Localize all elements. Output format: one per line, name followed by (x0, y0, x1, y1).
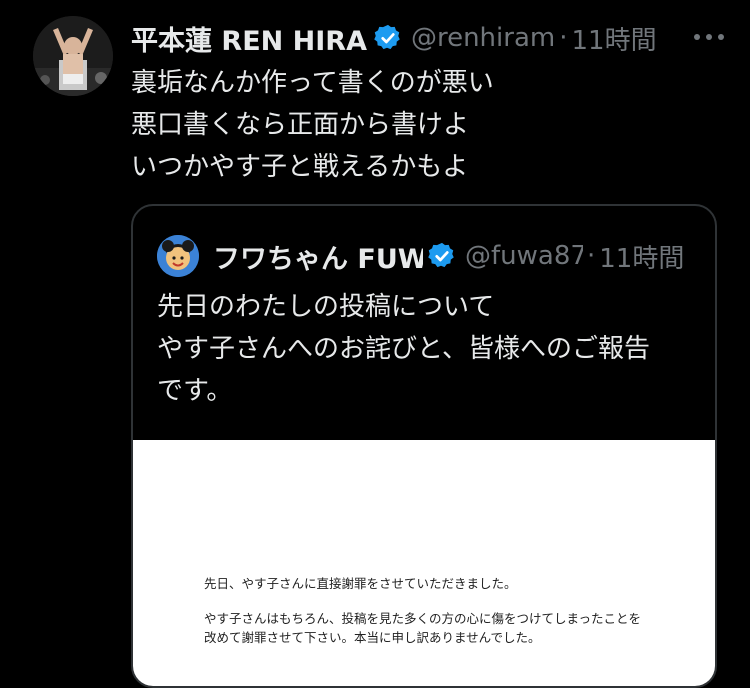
tweet-text: 裏垢なんか作って書くのが悪い 悪口書くなら正面から書けよ いつかやす子と戦えるか… (131, 62, 494, 188)
author-handle[interactable]: @renhiram (411, 23, 555, 53)
document-text: 先日、やす子さんに直接謝罪をさせていただきました。 やす子さんはもちろん、投稿を… (204, 574, 684, 647)
document-line: 先日、やす子さんに直接謝罪をさせていただきました。 (204, 576, 517, 591)
quoted-tweet-text-line: 先日のわたしの投稿について (157, 292, 495, 322)
quoted-author-avatar (157, 235, 199, 277)
author-avatar[interactable] (33, 16, 113, 96)
verified-badge-icon (428, 242, 454, 268)
author-display-name[interactable]: 平本蓮 REN HIRA (131, 19, 367, 58)
tweet-text-line: 悪口書くなら正面から書けよ (131, 110, 470, 140)
verified-badge-icon (374, 24, 400, 50)
separator-dot: · (587, 241, 596, 271)
document-line: やす子さんはもちろん、投稿を見た多くの方の心に傷をつけてしまったことを (204, 611, 642, 626)
quoted-author-display-name[interactable]: フワちゃん FUWA (213, 237, 423, 276)
more-dots-icon[interactable] (689, 20, 729, 54)
quoted-tweet-card[interactable]: フワちゃん FUWA @fuwa876 · 11時間 先日のわたしの投稿について… (131, 204, 717, 688)
separator-dot: · (559, 23, 568, 53)
document-line: 改めて謝罪させて下さい。本当に申し訳ありませんでした。 (204, 630, 541, 645)
tweet-text-line: いつかやす子と戦えるかもよ (131, 152, 469, 182)
quoted-tweet-header: フワちゃん FUWA @fuwa876 · 11時間 (157, 234, 697, 278)
quoted-tweet-timestamp[interactable]: 11時間 (599, 238, 684, 275)
quoted-tweet-text-line: です。 (157, 376, 233, 406)
tweet-header: 平本蓮 REN HIRA @renhiram · 11時間 (131, 16, 731, 60)
quoted-tweet-text: 先日のわたしの投稿について やす子さんへのお詫びと、皆様へのご報告 です。 (157, 286, 697, 412)
quoted-tweet-text-line: やす子さんへのお詫びと、皆様へのご報告 (157, 334, 650, 364)
quoted-author-handle[interactable]: @fuwa876 (465, 241, 583, 271)
tweet-text-line: 裏垢なんか作って書くのが悪い (131, 68, 494, 98)
attached-document-image[interactable]: 先日、やす子さんに直接謝罪をさせていただきました。 やす子さんはもちろん、投稿を… (133, 440, 715, 686)
tweet-timestamp[interactable]: 11時間 (571, 20, 656, 57)
